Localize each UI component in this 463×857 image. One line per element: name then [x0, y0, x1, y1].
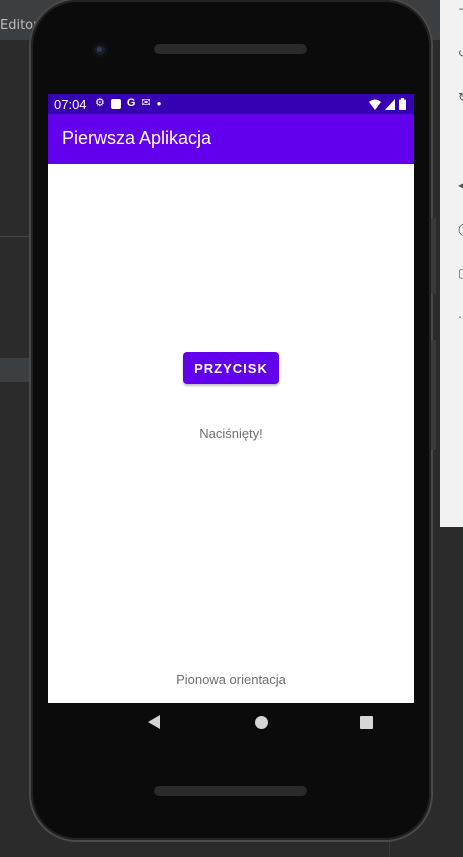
rotate-icon[interactable]: ↺	[458, 46, 463, 60]
signal-icon	[385, 98, 395, 110]
orientation-label: Pionowa orientacja	[176, 672, 286, 687]
wifi-icon	[369, 99, 381, 110]
minimize-icon[interactable]: −	[458, 2, 463, 16]
google-icon: G	[126, 97, 136, 109]
przycisk-button[interactable]: PRZYCISK	[183, 352, 279, 384]
back-icon[interactable]	[148, 715, 160, 729]
gmail-icon: ✉	[141, 97, 151, 109]
emulator-window: Editor − ↺ ↻ ◂ ◯ ▢ ⋯ 07:04 ⚙ G ✉ ●	[0, 0, 463, 857]
recents-icon[interactable]	[360, 716, 373, 729]
ide-right-toolbar: − ↺ ↻ ◂ ◯ ▢ ⋯	[440, 0, 463, 527]
status-time: 07:04	[54, 97, 87, 112]
battery-icon	[399, 98, 406, 110]
front-camera-icon	[92, 42, 108, 58]
a-box-icon	[110, 98, 121, 109]
home-icon[interactable]	[255, 716, 268, 729]
pressed-status-text: Naciśnięty!	[199, 426, 263, 441]
speaker-top	[154, 44, 307, 54]
power-button[interactable]	[431, 340, 436, 450]
phone-frame: 07:04 ⚙ G ✉ ● Pierwsza Aplikacja PRZYCIS…	[31, 0, 436, 840]
speaker-bottom	[154, 786, 307, 796]
notification-icons: ⚙ G ✉ ●	[95, 97, 162, 110]
home-toolbar-icon[interactable]: ◯	[458, 222, 463, 236]
system-icons	[369, 98, 406, 110]
overview-toolbar-icon[interactable]: ▢	[458, 266, 463, 280]
dot-icon: ●	[156, 99, 162, 108]
more-toolbar-icon[interactable]: ⋯	[458, 310, 463, 324]
app-title: Pierwsza Aplikacja	[62, 128, 212, 148]
settings-icon: ⚙	[95, 97, 105, 109]
device-screen: 07:04 ⚙ G ✉ ● Pierwsza Aplikacja PRZYCIS…	[48, 94, 414, 703]
status-bar: 07:04 ⚙ G ✉ ●	[48, 94, 414, 114]
volume-button[interactable]	[431, 218, 436, 294]
back-toolbar-icon[interactable]: ◂	[458, 178, 463, 192]
app-bar: Pierwsza Aplikacja	[48, 114, 414, 164]
rotate-right-icon[interactable]: ↻	[458, 90, 463, 104]
